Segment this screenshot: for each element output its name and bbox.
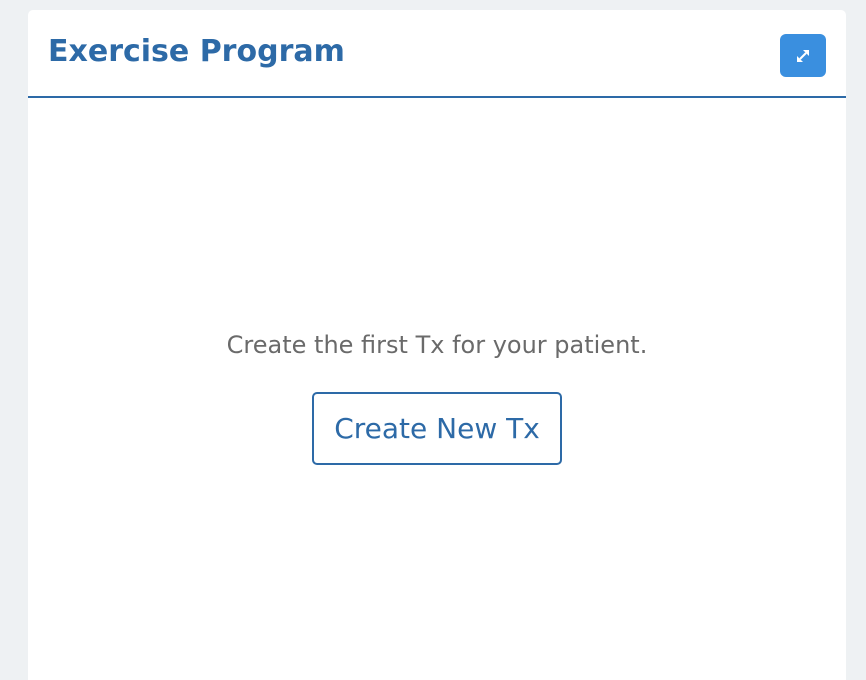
expand-arrows-icon: [795, 48, 811, 64]
empty-state-message: Create the first Tx for your patient.: [226, 331, 648, 359]
create-new-tx-button[interactable]: Create New Tx: [312, 392, 562, 465]
exercise-program-panel: Exercise Program Create the first Tx for…: [28, 10, 846, 680]
panel-header: Exercise Program: [28, 10, 846, 98]
panel-title: Exercise Program: [48, 34, 345, 69]
expand-button[interactable]: [780, 34, 826, 77]
